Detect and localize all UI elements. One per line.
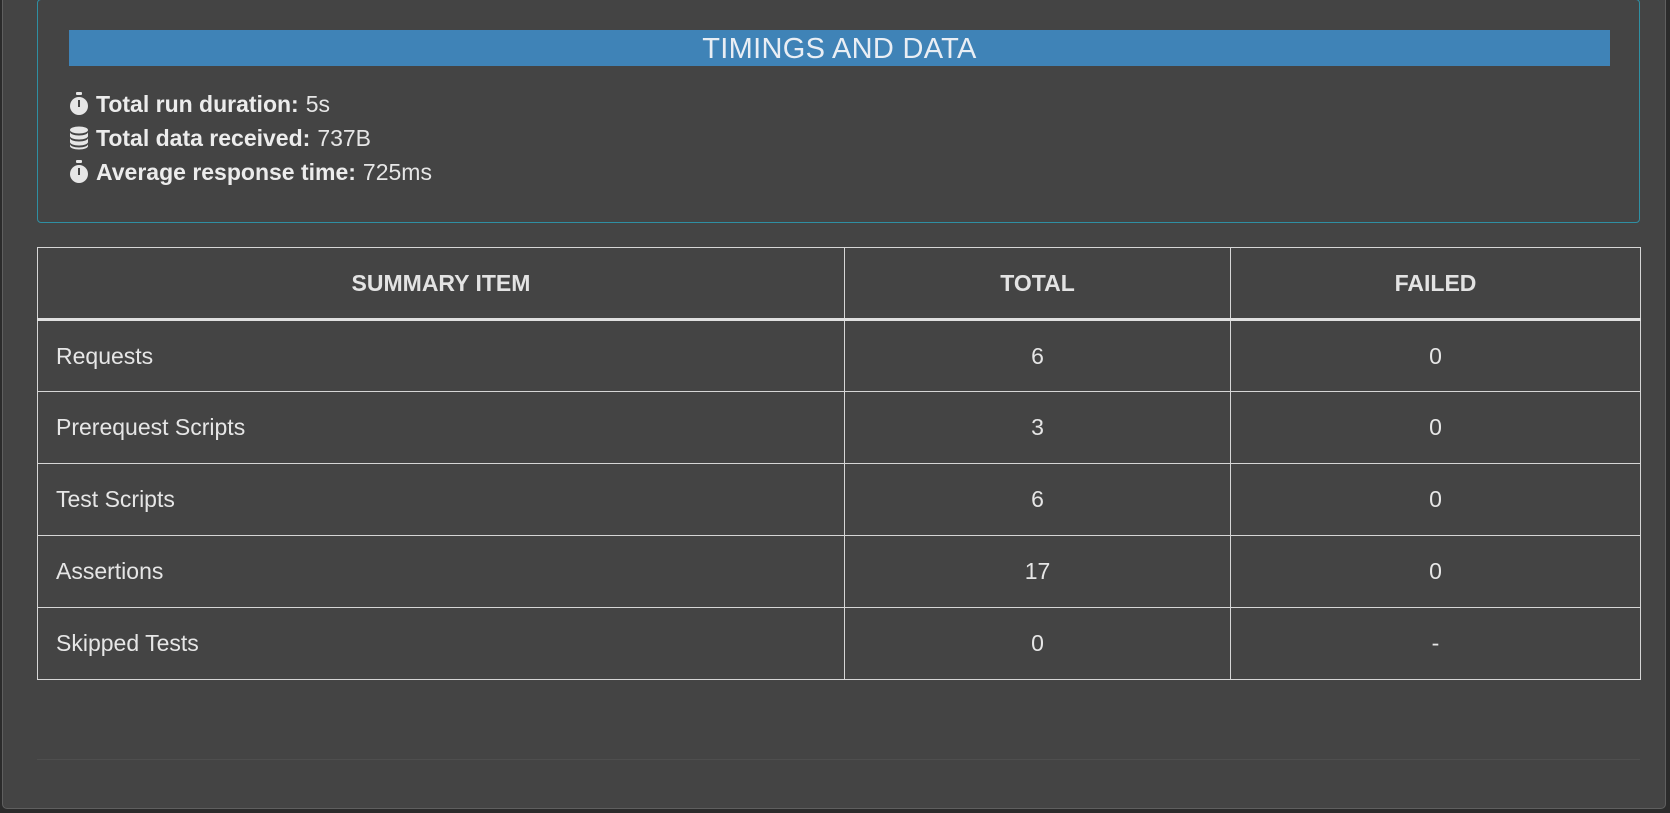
failed-cell: 0 bbox=[1230, 319, 1641, 392]
stat-label: Total run duration: bbox=[96, 90, 299, 117]
stat-total-run-duration: Total run duration: 5s bbox=[68, 88, 330, 120]
column-header-total: TOTAL bbox=[844, 247, 1231, 321]
footer-divider bbox=[37, 759, 1640, 760]
column-header-failed: FAILED bbox=[1230, 247, 1641, 321]
total-cell: 0 bbox=[844, 607, 1231, 680]
stopwatch-icon bbox=[68, 91, 90, 117]
table-header-row: SUMMARY ITEM TOTAL FAILED bbox=[37, 247, 1641, 321]
summary-item-cell: Requests bbox=[37, 319, 845, 392]
failed-cell: - bbox=[1230, 607, 1641, 680]
total-cell: 3 bbox=[844, 391, 1231, 464]
table-row: Skipped Tests 0 - bbox=[37, 607, 1641, 680]
column-header-summary-item: SUMMARY ITEM bbox=[37, 247, 845, 321]
table-row: Assertions 17 0 bbox=[37, 535, 1641, 608]
summary-item-cell: Assertions bbox=[37, 535, 845, 608]
stopwatch-icon bbox=[68, 159, 90, 185]
table-row: Test Scripts 6 0 bbox=[37, 463, 1641, 536]
timings-title: TIMINGS AND DATA bbox=[69, 30, 1610, 66]
summary-item-cell: Prerequest Scripts bbox=[37, 391, 845, 464]
stat-value: 5s bbox=[305, 90, 331, 117]
timings-card: TIMINGS AND DATA Total run duration: 5s bbox=[37, 0, 1640, 223]
total-cell: 6 bbox=[844, 319, 1231, 392]
report-panel: TIMINGS AND DATA Total run duration: 5s bbox=[2, 0, 1666, 809]
total-cell: 17 bbox=[844, 535, 1231, 608]
summary-table: SUMMARY ITEM TOTAL FAILED Requests 6 0 P… bbox=[37, 247, 1641, 680]
database-icon bbox=[68, 125, 90, 151]
failed-cell: 0 bbox=[1230, 463, 1641, 536]
summary-item-cell: Test Scripts bbox=[37, 463, 845, 536]
stat-label: Average response time: bbox=[96, 158, 356, 185]
failed-cell: 0 bbox=[1230, 535, 1641, 608]
summary-item-cell: Skipped Tests bbox=[37, 607, 845, 680]
stat-value: 737B bbox=[317, 124, 372, 151]
failed-cell: 0 bbox=[1230, 391, 1641, 464]
table-row: Requests 6 0 bbox=[37, 319, 1641, 392]
stat-label: Total data received: bbox=[96, 124, 311, 151]
stat-value: 725ms bbox=[362, 158, 432, 185]
stat-total-data-received: Total data received: 737B bbox=[68, 122, 371, 154]
stat-average-response-time: Average response time: 725ms bbox=[68, 156, 432, 188]
table-row: Prerequest Scripts 3 0 bbox=[37, 391, 1641, 464]
total-cell: 6 bbox=[844, 463, 1231, 536]
